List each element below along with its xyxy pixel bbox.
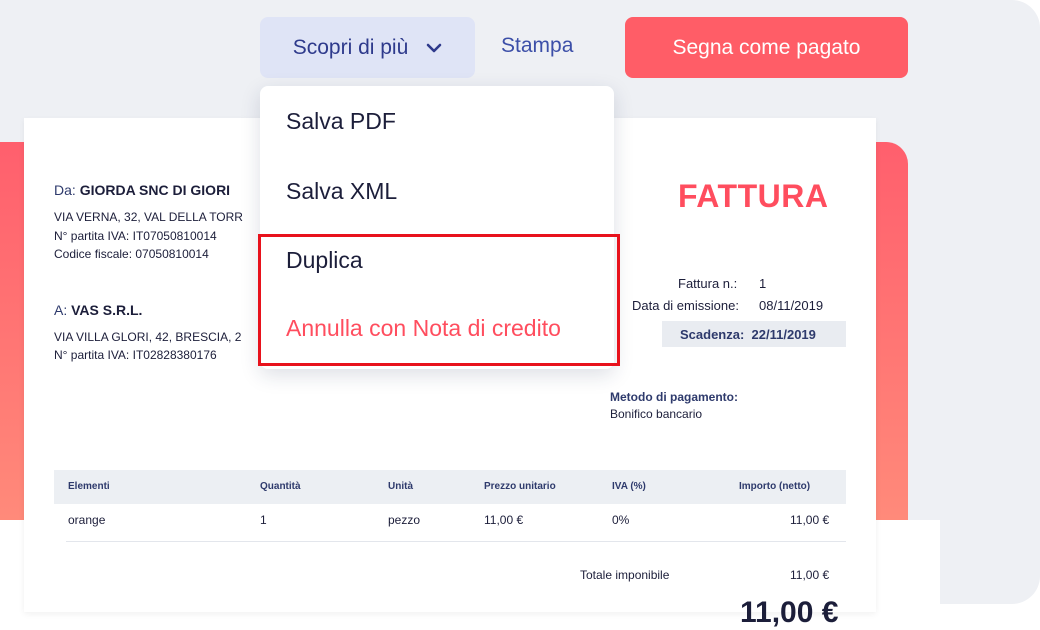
column-header: Importo (netto) <box>739 481 811 492</box>
column-header: Prezzo unitario <box>484 481 556 492</box>
sender-tax-code: Codice fiscale: 07050810014 <box>54 247 209 261</box>
payment-method-label: Metodo di pagamento: <box>610 390 738 404</box>
recipient-vat: N° partita IVA: IT02828380176 <box>54 348 217 362</box>
taxable-total-value: 11,00 € <box>790 568 830 582</box>
sender-vat: N° partita IVA: IT07050810014 <box>54 229 217 243</box>
invoice-title: FATTURA <box>678 178 829 214</box>
item-unit-price: 11,00 € <box>484 513 524 527</box>
sender-address: VIA VERNA, 32, VAL DELLA TORR <box>54 210 243 224</box>
menu-item-save-pdf[interactable]: Salva PDF <box>286 108 396 135</box>
table-header: Elementi Quantità Unità Prezzo unitario … <box>54 470 846 504</box>
menu-item-save-xml[interactable]: Salva XML <box>286 178 397 205</box>
payment-method-value: Bonifico bancario <box>610 407 703 421</box>
item-vat: 0% <box>612 513 630 527</box>
column-header: IVA (%) <box>612 481 646 492</box>
more-options-button[interactable]: Scopri di più <box>260 17 475 78</box>
mark-as-paid-button[interactable]: Segna come pagato <box>625 17 908 78</box>
due-date: 22/11/2019 <box>751 327 816 342</box>
column-header: Elementi <box>68 481 110 492</box>
due-date-label: Scadenza: <box>680 327 745 342</box>
right-edge <box>940 0 1040 612</box>
invoice-number-label: Fattura n.: <box>678 276 738 291</box>
grand-total: 11,00 € <box>740 596 839 629</box>
recipient-address: VIA VILLA GLORI, 42, BRESCIA, 2 <box>54 330 242 344</box>
sender-line: Da: GIORDA SNC DI GIORI <box>54 182 231 198</box>
item-unit: pezzo <box>388 513 421 527</box>
row-divider <box>66 541 846 542</box>
chevron-down-icon <box>426 43 442 52</box>
item-name: orange <box>68 513 106 527</box>
taxable-total-label: Totale imponibile <box>580 568 670 582</box>
more-options-label: Scopri di più <box>292 35 409 59</box>
item-net-amount: 11,00 € <box>790 513 830 527</box>
recipient-name: VAS S.R.L. <box>71 302 143 318</box>
highlight-box <box>258 234 620 366</box>
column-header: Unità <box>388 481 413 492</box>
column-header: Quantità <box>260 481 301 492</box>
recipient-line: A: VAS S.R.L. <box>54 302 143 318</box>
issue-date-label: Data di emissione: <box>632 298 739 313</box>
due-date-box: Scadenza: 22/11/2019 <box>662 321 846 347</box>
issue-date: 08/11/2019 <box>759 298 824 313</box>
invoice-number: 1 <box>759 276 767 291</box>
sender-name: GIORDA SNC DI GIORI <box>79 182 231 198</box>
item-quantity: 1 <box>260 513 267 527</box>
print-link[interactable]: Stampa <box>501 34 573 58</box>
